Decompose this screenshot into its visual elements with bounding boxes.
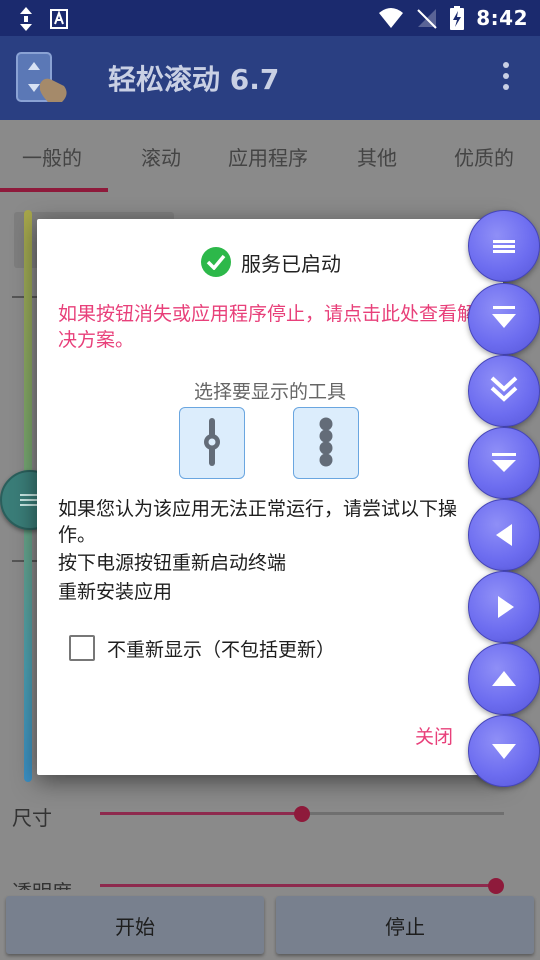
start-button[interactable]: 开始	[6, 896, 264, 954]
troubleshoot-step-2: 重新安装应用	[58, 581, 173, 603]
troubleshoot-intro: 如果您认为该应用无法正常运行，请尝试以下操作。	[58, 498, 458, 546]
triangle-up-icon	[492, 671, 516, 686]
opacity-label: 透明度	[12, 876, 72, 890]
overflow-menu-icon[interactable]	[496, 62, 516, 94]
choose-tool-label: 选择要显示的工具	[193, 381, 346, 403]
no-signal-icon	[417, 9, 437, 29]
tab-bar: 一般的 滚动 应用程序 其他 优质的	[0, 120, 540, 192]
tab-scroll[interactable]: 滚动	[141, 142, 181, 171]
size-slider-thumb[interactable]	[294, 806, 310, 822]
troubleshoot-step-1: 按下电源按钮重新启动终端	[58, 552, 287, 574]
scroll-up-button[interactable]	[468, 643, 540, 715]
scroll-to-bottom-icon	[492, 453, 516, 472]
app-title: 轻松滚动 6.7	[108, 63, 280, 96]
scroll-left-button[interactable]	[468, 499, 540, 571]
stop-button[interactable]: 停止	[276, 896, 534, 954]
opacity-slider-thumb[interactable]	[488, 878, 504, 894]
tool-option-dots[interactable]	[293, 407, 359, 479]
clock: 8:42	[476, 6, 528, 30]
dots-tool-icon	[319, 417, 333, 467]
dont-show-again-checkbox[interactable]	[69, 635, 95, 661]
text-a-icon	[50, 9, 68, 29]
tool-option-slider[interactable]	[179, 407, 245, 479]
tab-general[interactable]: 一般的	[22, 142, 82, 171]
dont-show-again-label[interactable]: 不重新显示（不包括更新）	[107, 635, 335, 662]
troubleshoot-link[interactable]: 如果按钮消失或应用程序停止，请点击此处查看解决方案。	[58, 301, 478, 353]
battery-charging-icon	[450, 6, 465, 30]
wifi-icon	[379, 8, 404, 28]
triangle-down-icon	[492, 744, 516, 759]
app-logo-icon	[16, 52, 67, 102]
triangle-right-icon	[498, 596, 514, 618]
service-started-dialog: 服务已启动 如果按钮消失或应用程序停止，请点击此处查看解决方案。 选择要显示的工…	[37, 219, 503, 775]
fast-scroll-down-button[interactable]	[468, 355, 540, 427]
close-button[interactable]: 关闭	[415, 722, 453, 749]
app-bar: 轻松滚动 6.7	[0, 36, 540, 120]
dialog-title: 服务已启动	[241, 251, 341, 276]
tab-premium[interactable]: 优质的	[454, 142, 514, 171]
triangle-left-icon	[496, 524, 512, 546]
opacity-slider-fill	[100, 884, 496, 887]
double-chevron-down-icon	[490, 376, 518, 402]
scroll-right-button[interactable]	[468, 571, 540, 643]
page-down-button[interactable]	[468, 283, 540, 355]
tab-indicator	[0, 188, 108, 192]
size-label: 尺寸	[12, 806, 52, 830]
page-down-icon	[492, 306, 516, 328]
scroll-down-button[interactable]	[468, 715, 540, 787]
scroll-to-bottom-button[interactable]	[468, 427, 540, 499]
sort-arrows-icon	[20, 7, 32, 31]
check-circle-icon	[201, 247, 231, 277]
size-slider-fill	[100, 812, 302, 815]
slider-tool-icon	[204, 418, 220, 466]
tab-apps[interactable]: 应用程序	[228, 142, 308, 171]
tab-other[interactable]: 其他	[357, 142, 397, 171]
menu-lines-icon	[493, 240, 515, 253]
status-bar: 8:42	[0, 0, 540, 36]
floating-menu-button[interactable]	[468, 210, 540, 282]
dialog-header: 服务已启动	[201, 247, 341, 277]
